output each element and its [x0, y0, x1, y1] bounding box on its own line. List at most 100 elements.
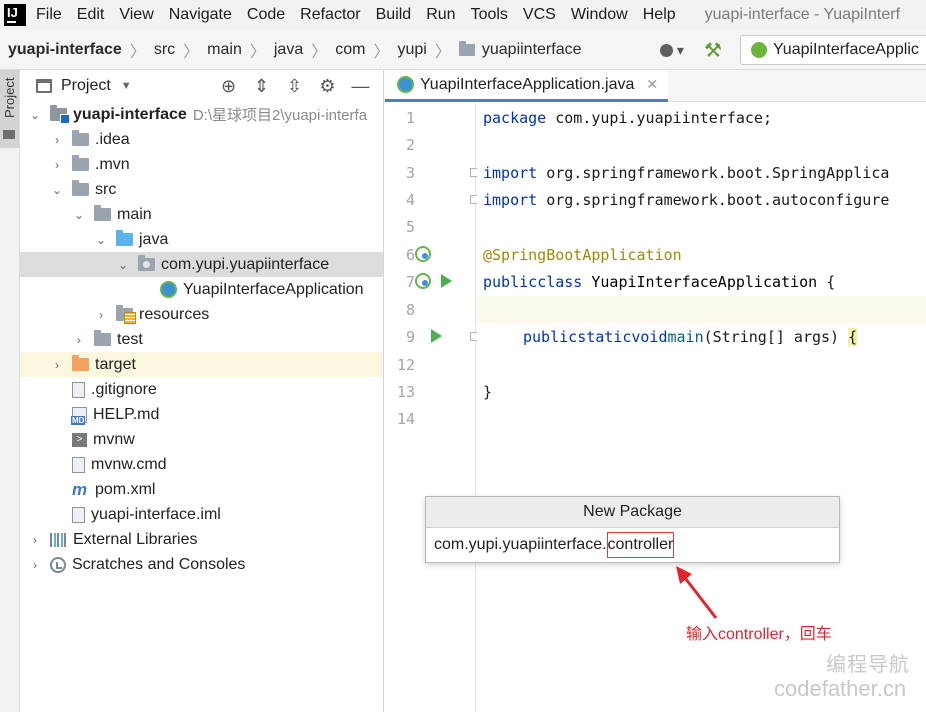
folder-icon [94, 205, 111, 221]
libraries-icon [50, 532, 67, 547]
chevron-down-icon[interactable]: ⌄ [28, 108, 42, 122]
line-number: 2 [405, 135, 415, 154]
menu-build[interactable]: Build [376, 6, 412, 24]
line-number: 12 [396, 355, 415, 374]
breadcrumb-project[interactable]: yuapi-interface [8, 41, 122, 59]
line-number: 9 [385, 323, 479, 350]
hide-panel-icon[interactable]: — [344, 76, 377, 97]
tree-item-mvnw[interactable]: › > mvnw [20, 427, 383, 452]
chevron-down-icon[interactable]: ▼ [121, 80, 132, 92]
project-window-icon [36, 79, 52, 93]
file-icon [72, 456, 85, 473]
build-hammer-icon[interactable]: ⚒ [704, 38, 730, 63]
user-account-icon[interactable]: ▾ [660, 42, 690, 59]
breadcrumb-separator: 〉 [129, 43, 146, 61]
code-line: package com.yupi.yuapiinterface; [483, 108, 772, 127]
run-gutter-icon[interactable] [431, 329, 442, 343]
tree-item-help-md[interactable]: › HELP.md [20, 402, 383, 427]
markdown-file-icon [71, 406, 87, 425]
chevron-right-icon[interactable]: › [50, 358, 64, 372]
run-configuration-selector[interactable]: YuapiInterfaceApplic [740, 35, 926, 65]
tree-item-label: yuapi-interface.iml [91, 505, 221, 523]
tree-item-label: External Libraries [73, 530, 198, 548]
breadcrumb-yuapiinterface[interactable]: yuapiinterface [482, 41, 582, 59]
menu-file[interactable]: File [36, 6, 62, 24]
menu-code[interactable]: Code [247, 6, 285, 24]
menu-refactor[interactable]: Refactor [300, 6, 360, 24]
spring-bean-gutter-icon[interactable] [415, 246, 431, 262]
menu-run[interactable]: Run [426, 6, 455, 24]
tree-item-application-class[interactable]: › YuapiInterfaceApplication [20, 277, 383, 302]
menu-help[interactable]: Help [643, 6, 676, 24]
chevron-down-icon[interactable]: ⌄ [72, 208, 86, 222]
tree-item-label: pom.xml [95, 480, 156, 498]
toolbar-right: ▾ ⚒ YuapiInterfaceApplic [660, 30, 926, 69]
chevron-down-icon[interactable]: ⌄ [50, 183, 64, 197]
breadcrumb-java[interactable]: java [274, 41, 303, 59]
chevron-right-icon[interactable]: › [50, 158, 64, 172]
menu-vcs[interactable]: VCS [523, 6, 556, 24]
chevron-right-icon[interactable]: › [28, 533, 42, 547]
tree-item-java[interactable]: ⌄ java [20, 227, 383, 252]
tree-item-iml[interactable]: › yuapi-interface.iml [20, 502, 383, 527]
menu-navigate[interactable]: Navigate [169, 6, 232, 24]
tree-item-idea[interactable]: › .idea [20, 127, 383, 152]
menu-tools[interactable]: Tools [471, 6, 508, 24]
package-name-prefix: com.yupi.yuapiinterface. [434, 536, 607, 553]
tree-item-pom[interactable]: › m pom.xml [20, 477, 383, 502]
package-name-input[interactable]: com.yupi.yuapiinterface. controller [426, 528, 839, 562]
close-icon[interactable]: ✕ [646, 76, 658, 93]
spring-bean-gutter-icon[interactable] [415, 273, 431, 289]
run-gutter-icon[interactable] [441, 274, 452, 288]
tree-item-external-libraries[interactable]: › External Libraries [20, 527, 383, 552]
breadcrumb-yupi[interactable]: yupi [398, 41, 427, 59]
file-icon [72, 381, 85, 398]
expand-all-icon[interactable]: ⇕ [245, 76, 278, 97]
tree-item-test[interactable]: › test [20, 327, 383, 352]
tree-item-target[interactable]: › target [20, 352, 383, 377]
tree-item-scratches[interactable]: › Scratches and Consoles [20, 552, 383, 577]
breadcrumb-separator: 〉 [183, 43, 200, 61]
project-tree: ⌄ yuapi-interface D:\星球项目2\yuapi-interfa… [20, 102, 383, 577]
editor-tab-label: YuapiInterfaceApplication.java [420, 75, 635, 93]
tree-item-label: resources [139, 305, 210, 323]
breadcrumb-src[interactable]: src [154, 41, 175, 59]
chevron-right-icon[interactable]: › [94, 308, 108, 322]
editor-tab-application[interactable]: YuapiInterfaceApplication.java ✕ [385, 70, 668, 102]
run-configuration-label: YuapiInterfaceApplic [773, 41, 919, 58]
project-panel-tools: ⊕ ⇕ ⇳ ⚙ — [212, 70, 377, 102]
tree-item-src[interactable]: ⌄ src [20, 177, 383, 202]
collapse-all-icon[interactable]: ⇳ [278, 76, 311, 97]
tree-item-resources[interactable]: › resources [20, 302, 383, 327]
breadcrumb-separator: 〉 [373, 43, 390, 61]
project-view-selector[interactable]: Project [61, 77, 111, 95]
tree-item-project-root[interactable]: ⌄ yuapi-interface D:\星球项目2\yuapi-interfa [20, 102, 383, 127]
tree-item-main[interactable]: ⌄ main [20, 202, 383, 227]
menu-edit[interactable]: Edit [77, 6, 105, 24]
watermark-url: codefather.cn [774, 676, 907, 701]
tree-item-label: .idea [95, 130, 130, 148]
chevron-right-icon[interactable]: › [28, 558, 42, 572]
spring-boot-icon [751, 42, 767, 58]
chevron-down-icon[interactable]: ⌄ [94, 233, 108, 247]
tree-item-package[interactable]: ⌄ com.yupi.yuapiinterface [20, 252, 383, 277]
chevron-right-icon[interactable]: › [72, 333, 86, 347]
tree-item-gitignore[interactable]: › .gitignore [20, 377, 383, 402]
tree-item-label: HELP.md [93, 405, 160, 423]
locate-file-icon[interactable]: ⊕ [212, 76, 245, 97]
tree-item-mvnw-cmd[interactable]: › mvnw.cmd [20, 452, 383, 477]
menu-window[interactable]: Window [571, 6, 628, 24]
breadcrumb-main[interactable]: main [207, 41, 242, 59]
chevron-down-icon[interactable]: ⌄ [116, 258, 130, 272]
chevron-right-icon[interactable]: › [50, 133, 64, 147]
shell-script-icon: > [72, 432, 87, 447]
settings-gear-icon[interactable]: ⚙ [311, 76, 344, 97]
typed-package-name: controller [606, 532, 675, 558]
project-stripe-button[interactable]: Project [0, 70, 19, 148]
menu-view[interactable]: View [119, 6, 153, 24]
tree-item-path: D:\星球项目2\yuapi-interfa [192, 107, 368, 124]
folder-icon [72, 130, 89, 146]
intellij-logo-icon[interactable]: IJ [3, 3, 27, 27]
breadcrumb-com[interactable]: com [335, 41, 365, 59]
tree-item-mvn[interactable]: › .mvn [20, 152, 383, 177]
